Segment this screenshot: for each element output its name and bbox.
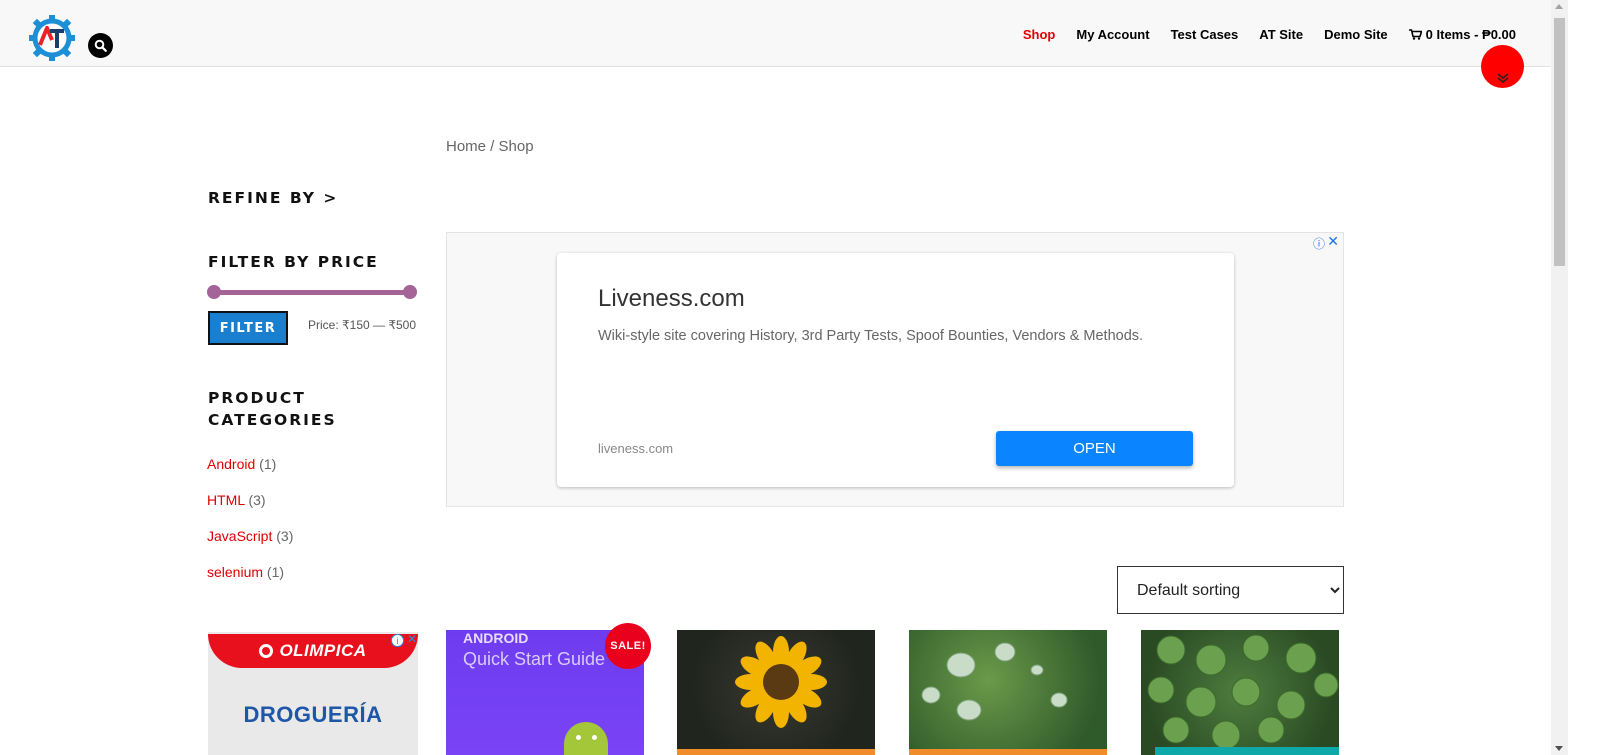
cart-icon xyxy=(1408,29,1422,40)
site-header: Shop My Account Test Cases AT Site Demo … xyxy=(0,0,1568,67)
sunflower-image xyxy=(677,636,875,755)
product-cover-subtitle: Quick Start Guide xyxy=(463,649,606,669)
list-item: Android (1) xyxy=(207,456,293,492)
nav-test-cases[interactable]: Test Cases xyxy=(1171,27,1239,42)
scroll-down-button[interactable] xyxy=(1481,45,1524,88)
ad-domain: liveness.com xyxy=(598,441,674,456)
android-robot-icon xyxy=(564,722,608,755)
category-count: (3) xyxy=(248,492,266,508)
category-count: (3) xyxy=(276,528,294,544)
price-slider-track[interactable] xyxy=(214,290,410,295)
ad-description: Wiki-style site covering History, 3rd Pa… xyxy=(598,328,1144,344)
nav-my-account[interactable]: My Account xyxy=(1076,27,1149,42)
leaves-image xyxy=(1147,634,1339,755)
ad-info-icon[interactable]: i xyxy=(391,634,404,647)
raindrops-image xyxy=(909,642,1107,755)
product-cover-title: ANDROID xyxy=(463,630,529,646)
category-link-android[interactable]: Android xyxy=(207,456,255,472)
double-chevron-down-icon xyxy=(1497,73,1508,83)
product-card-raindrops[interactable] xyxy=(909,630,1107,755)
android-eye xyxy=(592,735,597,740)
android-eye xyxy=(576,735,581,740)
category-link-javascript[interactable]: JavaScript xyxy=(207,528,272,544)
category-count: (1) xyxy=(259,456,277,472)
search-button[interactable] xyxy=(88,33,113,58)
product-card-sunflower[interactable] xyxy=(677,630,875,755)
nav-shop[interactable]: Shop xyxy=(1023,27,1056,42)
filter-button[interactable]: FILTER xyxy=(208,311,288,345)
category-link-selenium[interactable]: selenium xyxy=(207,564,263,580)
price-slider-min-handle[interactable] xyxy=(207,285,221,299)
nav-at-site[interactable]: AT Site xyxy=(1259,27,1303,42)
ad-title[interactable]: Liveness.com xyxy=(598,285,745,313)
ad-close-icon[interactable]: ✕ xyxy=(1327,233,1339,250)
categories-heading-line2: CATEGORIES xyxy=(208,411,337,429)
product-categories-heading: PRODUCT CATEGORIES xyxy=(208,387,337,431)
scroll-up-arrow[interactable] xyxy=(1555,4,1563,9)
ad-close-icon[interactable]: ✕ xyxy=(407,632,417,646)
sale-badge: SALE! xyxy=(605,623,651,669)
breadcrumb[interactable]: Home / Shop xyxy=(446,138,534,155)
categories-heading-line1: PRODUCT xyxy=(208,389,306,407)
search-icon xyxy=(94,39,107,52)
nav-demo-site[interactable]: Demo Site xyxy=(1324,27,1388,42)
ad-card[interactable]: Liveness.com Wiki-style site covering Hi… xyxy=(557,253,1234,487)
category-list: Android (1) HTML (3) JavaScript (3) sele… xyxy=(207,456,293,600)
category-link-html[interactable]: HTML xyxy=(207,492,245,508)
cart-label: 0 Items - ₱0.00 xyxy=(1425,27,1516,42)
sidebar-ad[interactable]: OLIMPICA DROGUERÍA i ✕ xyxy=(208,632,418,755)
list-item: selenium (1) xyxy=(207,564,293,600)
price-slider-max-handle[interactable] xyxy=(403,285,417,299)
category-count: (1) xyxy=(266,564,285,580)
ad-brand-logo-icon xyxy=(259,644,274,658)
ad-open-button[interactable]: OPEN xyxy=(996,431,1193,466)
sorting-select[interactable]: Default sorting xyxy=(1117,566,1344,614)
ad-info-icon[interactable]: ⓘ xyxy=(1313,235,1325,252)
list-item: JavaScript (3) xyxy=(207,528,293,564)
ad-brand-name: OLIMPICA xyxy=(279,641,367,660)
scroll-down-arrow[interactable] xyxy=(1555,746,1563,751)
ad-brand-banner: OLIMPICA xyxy=(208,634,418,668)
site-logo[interactable] xyxy=(28,14,76,62)
main-nav: Shop My Account Test Cases AT Site Demo … xyxy=(1023,27,1516,42)
ad-container: ⓘ ✕ Liveness.com Wiki-style site coverin… xyxy=(446,232,1344,507)
ad-headline: DROGUERÍA xyxy=(243,702,383,727)
list-item: HTML (3) xyxy=(207,492,293,528)
price-range-label: Price: ₹150 — ₹500 xyxy=(308,318,416,332)
product-card-leaves[interactable] xyxy=(1141,630,1339,755)
filter-by-price-heading: FILTER BY PRICE xyxy=(208,253,379,271)
scrollbar-thumb[interactable] xyxy=(1554,18,1565,266)
page-scrollbar[interactable] xyxy=(1551,0,1568,755)
refine-by-heading[interactable]: REFINE BY > xyxy=(208,187,338,209)
nav-cart[interactable]: 0 Items - ₱0.00 xyxy=(1408,27,1516,42)
